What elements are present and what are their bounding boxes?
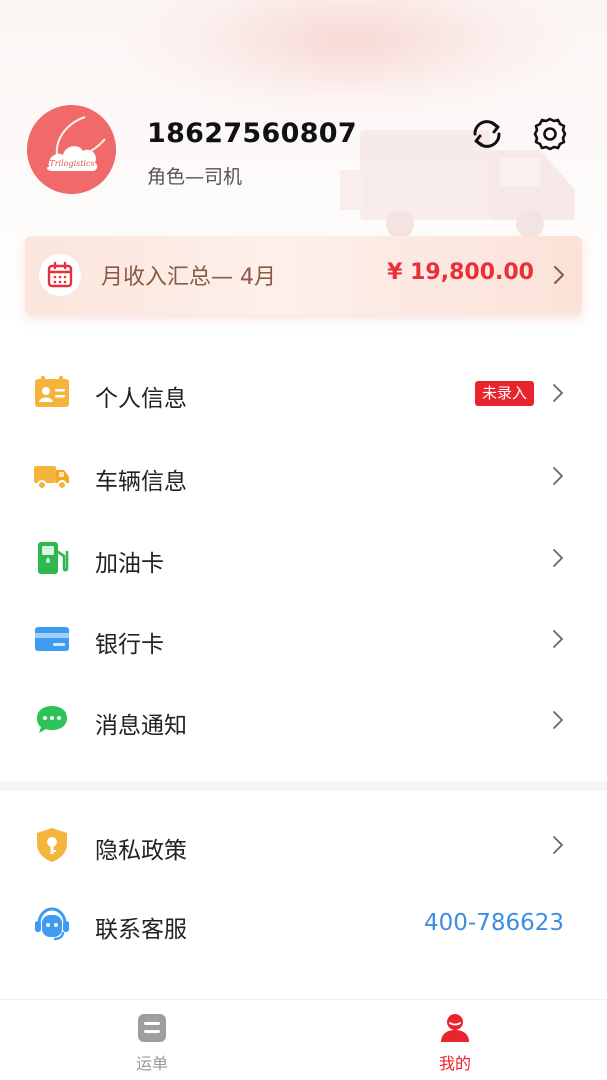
tab-waybill[interactable]: 运单 [52, 1000, 252, 1080]
chevron-right-icon [553, 467, 563, 485]
menu-label: 联系客服 [95, 917, 187, 943]
menu-item-privacy-policy[interactable]: 隐私政策 [0, 805, 607, 885]
bank-card-icon [35, 627, 69, 651]
income-label: 月收入汇总— 4月 [101, 265, 276, 290]
fuel-pump-icon [38, 542, 69, 574]
menu-label: 隐私政策 [95, 838, 187, 864]
menu-label: 银行卡 [95, 632, 164, 658]
tab-mine[interactable]: 我的 [355, 1000, 555, 1080]
avatar[interactable]: Trilogistics [27, 105, 116, 194]
company-logo-icon: Trilogistics [27, 105, 116, 194]
user-phone: 18627560807 [147, 118, 357, 149]
truck-icon [34, 466, 69, 490]
menu-item-customer-service[interactable]: 联系客服 400-786623 [0, 884, 607, 964]
income-amount: ¥ 19,800.00 [387, 260, 534, 285]
monthly-income-card[interactable]: 月收入汇总— 4月 ¥ 19,800.00 [25, 236, 582, 314]
menu-label: 个人信息 [95, 386, 187, 412]
shield-key-icon [37, 828, 67, 862]
chevron-right-icon [553, 630, 563, 648]
chevron-right-icon [553, 384, 563, 402]
bottom-tab-bar: 运单 我的 [0, 999, 607, 1080]
settings-icon[interactable] [531, 115, 569, 153]
svg-text:Trilogistics: Trilogistics [49, 159, 94, 168]
waybill-list-icon [138, 1014, 166, 1042]
chevron-right-icon [554, 266, 564, 284]
user-profile-icon [441, 1014, 469, 1042]
menu-label: 消息通知 [95, 713, 187, 739]
menu-label: 加油卡 [95, 551, 164, 577]
section-divider [0, 781, 607, 791]
menu-item-personal-info[interactable]: 个人信息 未录入 [0, 353, 607, 433]
calendar-icon-wrap [39, 254, 81, 296]
menu-label: 车辆信息 [95, 469, 187, 495]
menu-item-bank-card[interactable]: 银行卡 [0, 599, 607, 679]
status-badge: 未录入 [474, 381, 534, 406]
message-bubble-icon [37, 706, 67, 733]
headset-service-icon [35, 907, 69, 941]
service-hotline-link[interactable]: 400-786623 [424, 910, 564, 936]
chevron-right-icon [553, 711, 563, 729]
calendar-icon [47, 261, 73, 288]
chevron-right-icon [553, 549, 563, 567]
switch-role-icon[interactable] [468, 115, 506, 153]
menu-item-fuel-card[interactable]: 加油卡 [0, 518, 607, 598]
tab-label: 我的 [438, 1054, 471, 1073]
id-card-icon [35, 376, 69, 407]
menu-item-message-notify[interactable]: 消息通知 [0, 680, 607, 760]
menu-item-vehicle-info[interactable]: 车辆信息 [0, 436, 607, 516]
header-glow [120, 0, 580, 120]
chevron-right-icon [553, 836, 563, 854]
user-role: 角色—司机 [147, 166, 243, 188]
tab-label: 运单 [135, 1054, 168, 1073]
